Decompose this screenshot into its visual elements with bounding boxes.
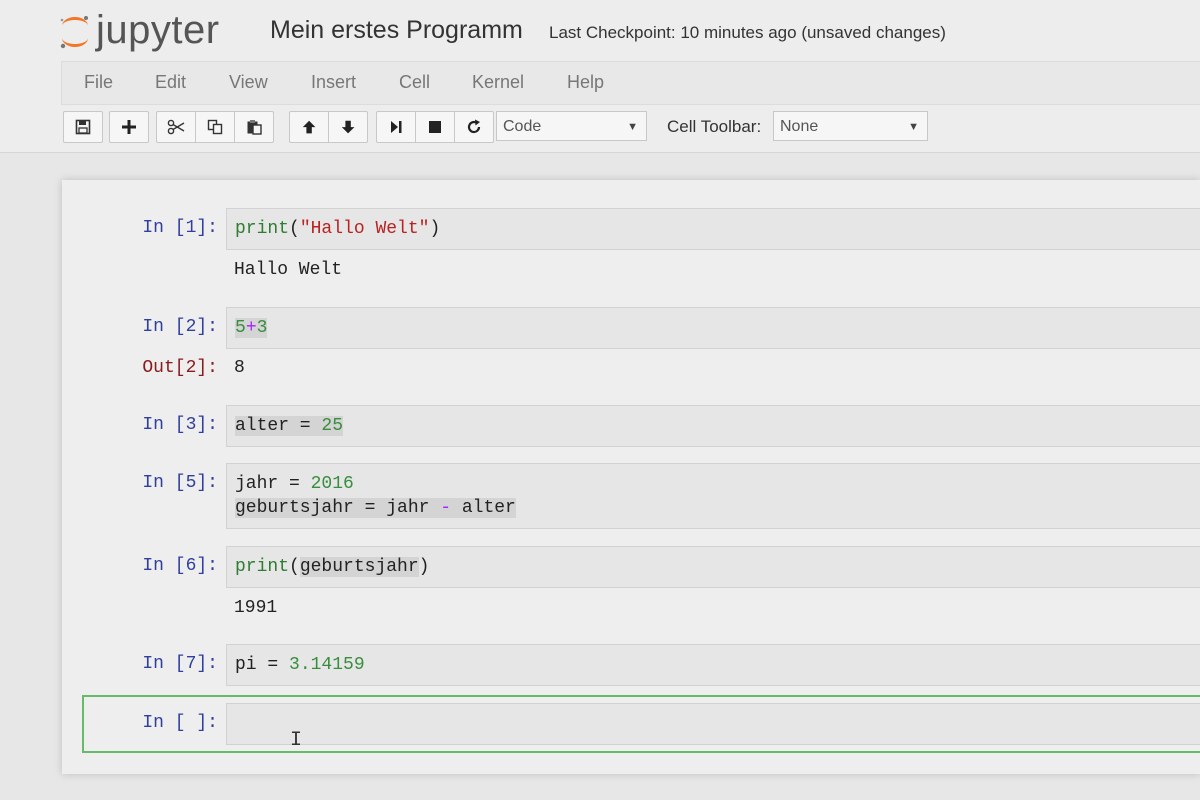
plus-icon <box>122 120 136 134</box>
notebook-container: In [1]: print("Hallo Welt") Hallo Welt I… <box>62 180 1200 774</box>
code-input[interactable]: print("Hallo Welt") <box>226 208 1200 250</box>
menu-cell[interactable]: Cell <box>399 62 430 104</box>
save-button[interactable] <box>63 111 103 143</box>
code-line: 5+3 <box>235 318 268 338</box>
paste-icon <box>247 120 262 135</box>
paste-button[interactable] <box>234 111 274 143</box>
cell-toolbar-value: None <box>780 118 819 135</box>
cell-type-value: Code <box>503 118 542 135</box>
toolbar-save-group <box>63 111 103 143</box>
code-line: print("Hallo Welt") <box>235 219 441 239</box>
stop-button[interactable] <box>415 111 455 143</box>
cell-type-select[interactable]: Code ▼ <box>496 111 647 141</box>
input-prompt: In [1]: <box>142 218 218 238</box>
header: jupyter Mein erstes Programm Last Checkp… <box>0 0 1200 153</box>
toolbar-insert-group <box>109 111 149 143</box>
code-input[interactable]: alter = 25 <box>226 405 1200 447</box>
menu-help[interactable]: Help <box>567 62 604 104</box>
code-input[interactable]: 5+3 <box>226 307 1200 349</box>
cut-icon <box>167 119 185 135</box>
text-cursor-icon: I <box>290 729 303 752</box>
input-prompt: In [3]: <box>142 415 218 435</box>
code-cell[interactable]: In [2]: 5+3 Out[2]: 8 <box>82 307 1200 387</box>
code-line: print(geburtsjahr) <box>235 557 430 577</box>
output-prompt: Out[2]: <box>142 358 218 378</box>
restart-icon <box>467 119 481 134</box>
insert-cell-button[interactable] <box>109 111 149 143</box>
jupyter-logo-icon <box>60 16 88 49</box>
run-button[interactable] <box>376 111 416 143</box>
input-prompt: In [2]: <box>142 317 218 337</box>
move-down-button[interactable] <box>328 111 368 143</box>
run-icon <box>391 121 402 133</box>
code-input[interactable]: print(geburtsjahr) <box>226 546 1200 588</box>
checkpoint-status: Last Checkpoint: 10 minutes ago (unsaved… <box>549 23 946 42</box>
chevron-down-icon: ▼ <box>627 121 638 133</box>
chevron-down-icon: ▼ <box>908 121 919 133</box>
restart-button[interactable] <box>454 111 494 143</box>
cell-toolbar-select[interactable]: None ▼ <box>773 111 928 141</box>
menu-view[interactable]: View <box>229 62 268 104</box>
code-input-empty[interactable] <box>226 703 1200 745</box>
active-code-cell[interactable]: In [ ]: <box>82 695 1200 753</box>
input-prompt: In [7]: <box>142 654 218 674</box>
code-cell[interactable]: In [3]: alter = 25 <box>82 405 1200 447</box>
code-cell[interactable]: In [7]: pi = 3.14159 <box>82 644 1200 686</box>
menu-edit[interactable]: Edit <box>155 62 186 104</box>
menubar: File Edit View Insert Cell Kernel Help <box>61 61 1200 105</box>
input-prompt: In [6]: <box>142 556 218 576</box>
code-input[interactable]: pi = 3.14159 <box>226 644 1200 686</box>
menu-insert[interactable]: Insert <box>311 62 356 104</box>
menu-file[interactable]: File <box>84 62 113 104</box>
menu-kernel[interactable]: Kernel <box>472 62 524 104</box>
toolbar-run-group <box>376 111 494 143</box>
notebook-name[interactable]: Mein erstes Programm <box>270 16 523 45</box>
cell-output: 8 <box>234 358 245 378</box>
cut-button[interactable] <box>156 111 196 143</box>
input-prompt: In [5]: <box>142 473 218 493</box>
input-prompt: In [ ]: <box>142 713 218 733</box>
code-line: pi = 3.14159 <box>235 655 365 675</box>
cell-output: 1991 <box>234 598 278 618</box>
logo-text: jupyter <box>96 8 220 52</box>
copy-button[interactable] <box>195 111 235 143</box>
copy-icon <box>207 119 223 135</box>
arrow-up-icon <box>302 120 316 134</box>
arrow-down-icon <box>341 120 355 134</box>
move-up-button[interactable] <box>289 111 329 143</box>
stop-icon <box>429 121 441 133</box>
code-line: alter = 25 <box>235 416 344 436</box>
code-cell[interactable]: In [6]: print(geburtsjahr) 1991 <box>82 546 1200 626</box>
save-icon <box>75 119 91 135</box>
cell-toolbar-label: Cell Toolbar: <box>667 117 762 136</box>
code-input[interactable]: jahr = 2016 geburtsjahr = jahr - alter <box>226 463 1200 529</box>
code-line: jahr = 2016 geburtsjahr = jahr - alter <box>235 474 516 518</box>
code-cell[interactable]: In [5]: jahr = 2016 geburtsjahr = jahr -… <box>82 463 1200 529</box>
code-cell[interactable]: In [1]: print("Hallo Welt") Hallo Welt <box>82 208 1200 288</box>
cell-output: Hallo Welt <box>234 260 343 280</box>
toolbar-move-group <box>289 111 368 143</box>
toolbar-edit-group <box>156 111 274 143</box>
